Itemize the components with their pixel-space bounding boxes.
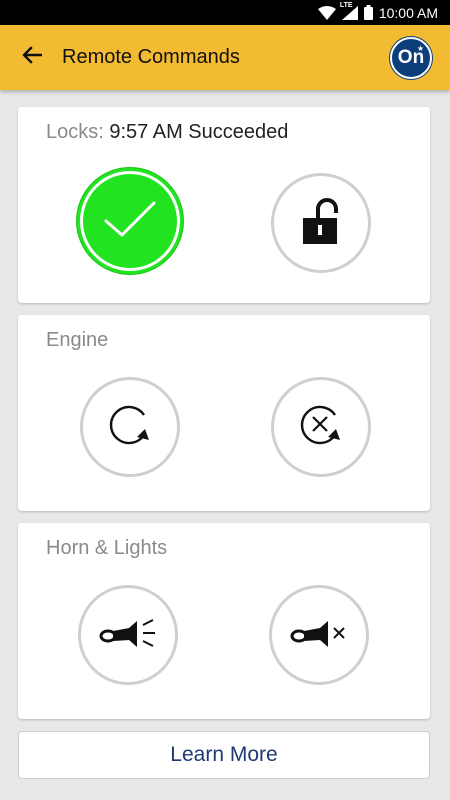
battery-icon <box>363 5 373 20</box>
remote-start-icon <box>104 399 156 456</box>
learn-more-button[interactable]: Learn More <box>18 731 430 779</box>
unlocked-padlock-icon <box>301 197 341 250</box>
horn-lights-card-title: Horn & Lights <box>46 537 168 559</box>
locks-card-title: Locks: 9:57 AM Succeeded <box>46 121 288 144</box>
back-button[interactable] <box>12 38 52 78</box>
remote-start-button[interactable] <box>80 377 180 477</box>
status-bar: LTE 10:00 AM <box>0 0 450 25</box>
network-type-label: LTE <box>339 1 353 9</box>
cancel-start-button[interactable] <box>271 377 371 477</box>
arrow-left-icon <box>22 46 43 69</box>
status-time: 10:00 AM <box>378 4 438 21</box>
horn-lights-off-icon <box>290 617 348 654</box>
locks-card: Locks: 9:57 AM Succeeded <box>18 107 430 303</box>
cell-signal-icon: LTE <box>340 2 358 20</box>
engine-card: Engine <box>18 315 430 511</box>
cancel-start-icon <box>295 399 347 456</box>
star-icon: ★ <box>416 43 424 53</box>
lock-button[interactable] <box>80 171 180 271</box>
horn-lights-card: Horn & Lights <box>18 523 430 719</box>
page-title: Remote Commands <box>62 46 240 68</box>
learn-more-label: Learn More <box>170 743 278 766</box>
horn-lights-on-button[interactable] <box>78 585 178 685</box>
wifi-icon <box>317 5 336 20</box>
engine-card-title: Engine <box>46 329 109 351</box>
horn-lights-off-button[interactable] <box>269 585 369 685</box>
onstar-logo[interactable]: On ★ <box>390 36 432 79</box>
locks-status: 9:57 AM Succeeded <box>109 121 289 143</box>
checkmark-icon <box>102 197 158 246</box>
app-bar: Remote Commands On ★ <box>0 25 450 90</box>
locks-label: Locks: <box>46 121 104 143</box>
horn-lights-on-icon <box>99 617 157 654</box>
unlock-button[interactable] <box>271 173 371 273</box>
